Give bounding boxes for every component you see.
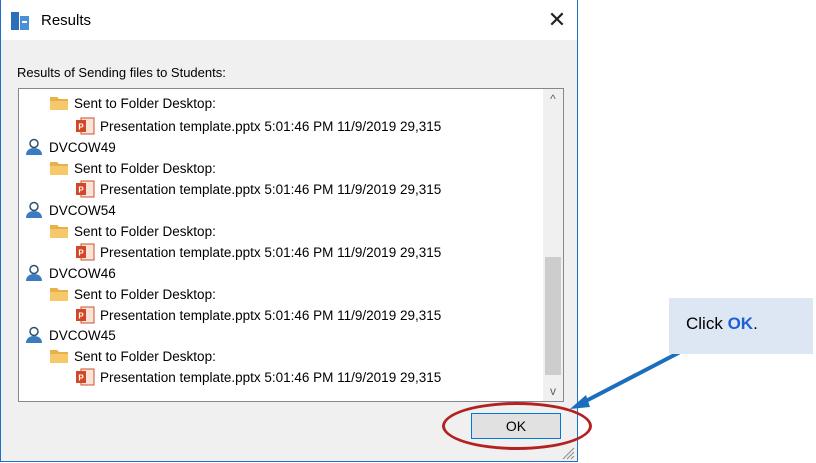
- ok-button[interactable]: OK: [471, 413, 561, 439]
- close-button[interactable]: ✕: [543, 6, 571, 34]
- folder-icon: [50, 97, 68, 110]
- list-item[interactable]: Sent to Folder Desktop:: [49, 93, 216, 113]
- callout-prefix: Click: [686, 314, 728, 333]
- svg-text:P: P: [78, 374, 84, 383]
- window-title: Results: [41, 12, 92, 29]
- folder-label: Sent to Folder Desktop:: [74, 95, 216, 111]
- list-item[interactable]: P Presentation template.pptx 5:01:46 PM …: [75, 116, 441, 136]
- list-item[interactable]: Sent to Folder Desktop:: [49, 221, 216, 241]
- svg-text:P: P: [78, 186, 84, 195]
- results-dialog: Results ✕ Results of Sending files to St…: [0, 0, 578, 462]
- folder-label: Sent to Folder Desktop:: [74, 223, 216, 239]
- file-entry: Presentation template.pptx 5:01:46 PM 11…: [100, 369, 442, 385]
- user-icon: [26, 201, 42, 218]
- instruction-callout: Click OK.: [669, 298, 813, 354]
- list-item[interactable]: Sent to Folder Desktop:: [49, 284, 216, 304]
- powerpoint-file-icon: P: [76, 306, 95, 324]
- svg-text:P: P: [78, 312, 84, 321]
- file-entry: Presentation template.pptx 5:01:46 PM 11…: [100, 181, 442, 197]
- user-icon: [26, 326, 42, 343]
- chevron-up-icon: ^: [550, 92, 556, 106]
- callout-suffix: .: [753, 314, 758, 333]
- list-item[interactable]: P Presentation template.pptx 5:01:46 PM …: [75, 179, 441, 199]
- file-entry: Presentation template.pptx 5:01:46 PM 11…: [100, 244, 442, 260]
- scroll-down-button[interactable]: v: [543, 381, 563, 401]
- scrollbar-thumb[interactable]: [545, 257, 561, 375]
- list-item[interactable]: Sent to Folder Desktop:: [49, 346, 216, 366]
- list-item[interactable]: DVCOW54: [24, 200, 116, 220]
- list-item[interactable]: DVCOW45: [24, 325, 116, 345]
- student-name: DVCOW54: [49, 202, 116, 218]
- student-name: DVCOW49: [49, 139, 116, 155]
- list-item[interactable]: P Presentation template.pptx 5:01:46 PM …: [75, 305, 441, 325]
- list-item[interactable]: DVCOW46: [24, 263, 116, 283]
- vertical-scrollbar[interactable]: ^ v: [543, 89, 563, 401]
- powerpoint-file-icon: P: [76, 117, 95, 135]
- folder-icon: [50, 225, 68, 238]
- app-icon: [11, 12, 29, 30]
- student-name: DVCOW45: [49, 327, 116, 343]
- close-icon: ✕: [547, 7, 567, 32]
- list-item[interactable]: Sent to Folder Desktop:: [49, 158, 216, 178]
- resize-grip-icon[interactable]: [559, 444, 575, 460]
- results-list[interactable]: Sent to Folder Desktop: P Presentation t…: [18, 88, 564, 402]
- powerpoint-file-icon: P: [76, 180, 95, 198]
- svg-text:P: P: [78, 249, 84, 258]
- scroll-up-button[interactable]: ^: [543, 89, 563, 109]
- powerpoint-file-icon: P: [76, 368, 95, 386]
- chevron-down-icon: v: [550, 384, 556, 398]
- user-icon: [26, 264, 42, 281]
- list-item[interactable]: P Presentation template.pptx 5:01:46 PM …: [75, 242, 441, 262]
- folder-icon: [50, 350, 68, 363]
- powerpoint-file-icon: P: [76, 243, 95, 261]
- list-item[interactable]: P Presentation template.pptx 5:01:46 PM …: [75, 367, 441, 387]
- student-name: DVCOW46: [49, 265, 116, 281]
- folder-label: Sent to Folder Desktop:: [74, 160, 216, 176]
- folder-label: Sent to Folder Desktop:: [74, 348, 216, 364]
- svg-text:P: P: [78, 123, 84, 132]
- results-caption: Results of Sending files to Students:: [17, 65, 226, 80]
- callout-emphasis: OK: [727, 314, 754, 333]
- file-entry: Presentation template.pptx 5:01:46 PM 11…: [100, 118, 442, 134]
- file-entry: Presentation template.pptx 5:01:46 PM 11…: [100, 307, 442, 323]
- folder-icon: [50, 288, 68, 301]
- folder-icon: [50, 162, 68, 175]
- title-bar[interactable]: Results ✕: [1, 0, 577, 40]
- user-icon: [26, 138, 42, 155]
- folder-label: Sent to Folder Desktop:: [74, 286, 216, 302]
- list-item[interactable]: DVCOW49: [24, 137, 116, 157]
